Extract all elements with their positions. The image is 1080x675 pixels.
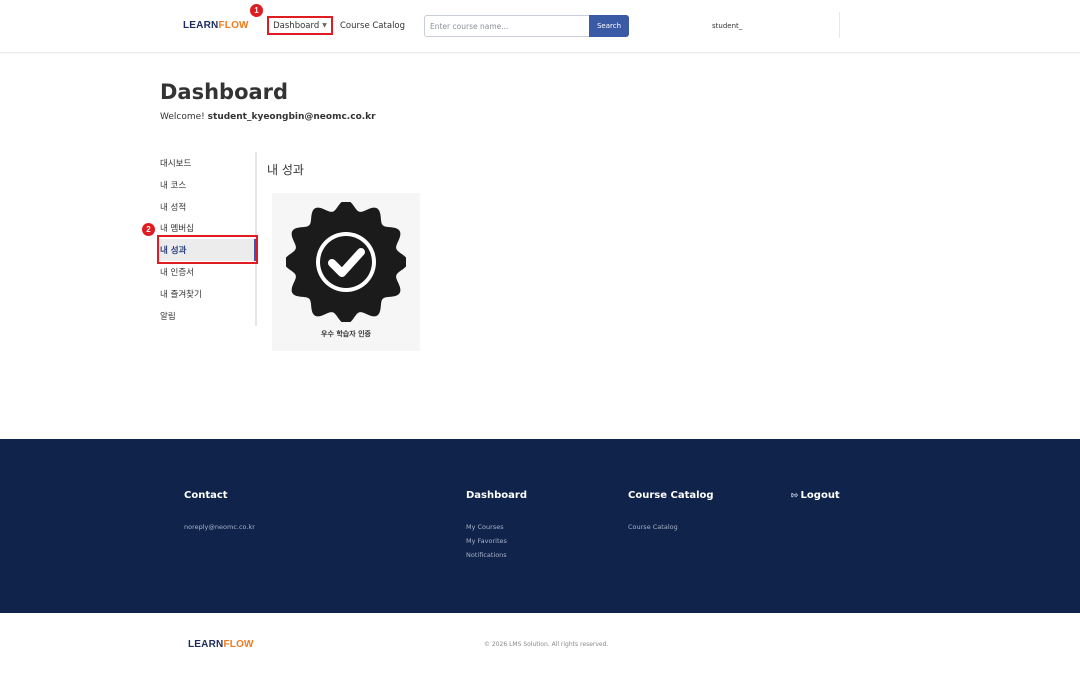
annotation-highlight-box bbox=[157, 235, 258, 264]
verified-badge-icon bbox=[286, 202, 406, 322]
annotation-badge-1: 1 bbox=[250, 4, 263, 17]
welcome-user-email: student_kyeongbin@neomc.co.kr bbox=[207, 112, 376, 122]
sidebar-item-dashboard[interactable]: 대시보드 bbox=[158, 152, 255, 174]
footer-link-course-catalog[interactable]: Course Catalog bbox=[628, 523, 678, 531]
sidebar-item-my-courses[interactable]: 내 코스 bbox=[158, 174, 255, 196]
achievement-card[interactable]: 우수 학습자 인증 bbox=[272, 193, 420, 351]
footer-catalog-title: Course Catalog bbox=[628, 490, 714, 501]
header-logo[interactable]: LEARNFLOW bbox=[183, 20, 249, 31]
section-title: 내 성과 bbox=[267, 163, 304, 177]
footer-link-my-favorites[interactable]: My Favorites bbox=[466, 537, 507, 545]
copyright-text: © 2026 LMS Solution. All rights reserved… bbox=[484, 641, 609, 648]
footer-logout-link[interactable]: ⇰ Logout bbox=[791, 490, 840, 501]
footer-logo[interactable]: LEARNFLOW bbox=[188, 639, 254, 650]
user-menu[interactable]: student_ bbox=[712, 22, 742, 30]
footer-contact-title: Contact bbox=[184, 490, 228, 501]
bottom-bar: LEARNFLOW © 2026 LMS Solution. All right… bbox=[0, 613, 1080, 675]
nav-course-catalog[interactable]: Course Catalog bbox=[340, 21, 405, 31]
footer-link-my-courses[interactable]: My Courses bbox=[466, 523, 504, 531]
top-header: LEARNFLOW 1 Dashboard ▼ Course Catalog S… bbox=[0, 0, 1080, 53]
footer-dashboard-title: Dashboard bbox=[466, 490, 527, 501]
sidebar-item-my-certificates[interactable]: 내 인증서 bbox=[158, 261, 255, 283]
site-footer: Contact noreply@neomc.co.kr Dashboard My… bbox=[0, 439, 1080, 613]
nav-dashboard-dropdown[interactable]: Dashboard ▼ bbox=[267, 16, 333, 35]
search-input[interactable] bbox=[424, 15, 590, 37]
footer-contact-email[interactable]: noreply@neomc.co.kr bbox=[184, 523, 255, 531]
sidebar-item-my-favorites[interactable]: 내 즐겨찾기 bbox=[158, 283, 255, 305]
page-title: Dashboard bbox=[160, 80, 289, 104]
sidebar-item-notifications[interactable]: 알림 bbox=[158, 305, 255, 327]
chevron-down-icon: ▼ bbox=[322, 22, 327, 29]
footer-link-notifications[interactable]: Notifications bbox=[466, 551, 507, 559]
logout-icon: ⇰ bbox=[791, 491, 799, 501]
search-button[interactable]: Search bbox=[589, 15, 629, 37]
nav-dashboard-label: Dashboard bbox=[273, 20, 320, 31]
annotation-badge-2: 2 bbox=[142, 223, 155, 236]
welcome-message: Welcome! student_kyeongbin@neomc.co.kr bbox=[160, 112, 376, 122]
sidebar-item-my-grades[interactable]: 내 성적 bbox=[158, 196, 255, 218]
header-divider bbox=[839, 12, 840, 38]
achievement-label: 우수 학습자 인증 bbox=[321, 330, 371, 338]
